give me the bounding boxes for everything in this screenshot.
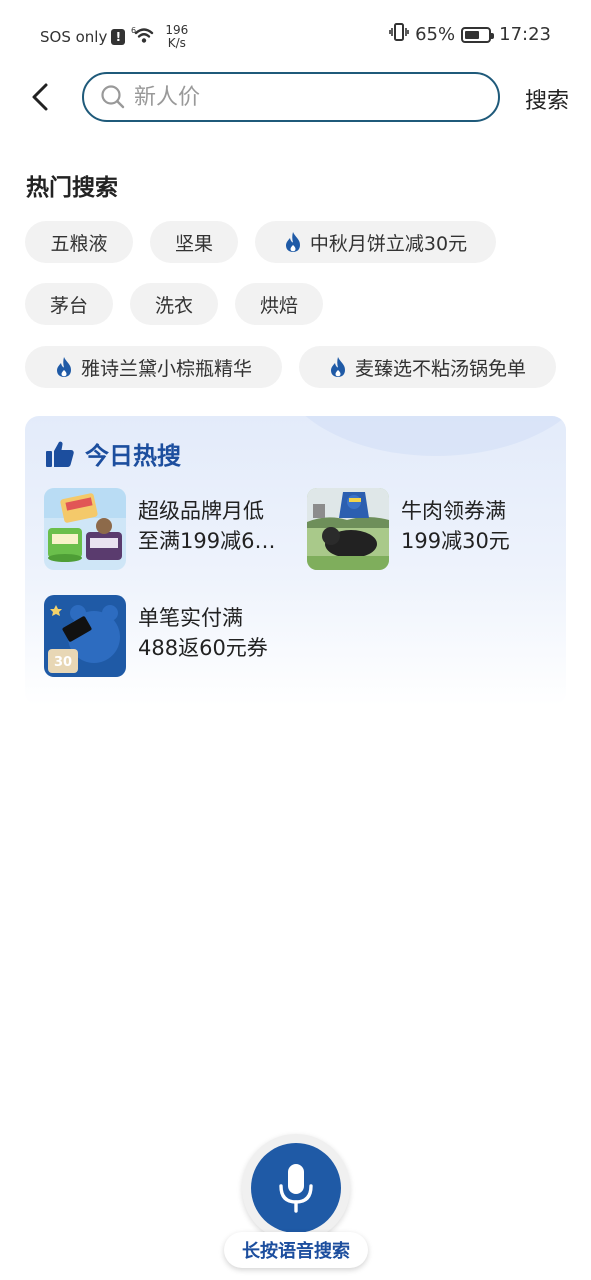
cashback-image: 30 [44, 595, 126, 677]
alert-icon: ! [111, 29, 126, 45]
net-speed: 196 K/s [165, 24, 188, 50]
search-input[interactable] [134, 84, 454, 110]
voice-search[interactable]: 长按语音搜索 [224, 1134, 368, 1274]
wifi-icon: 6 [131, 25, 157, 49]
promo-line1: 牛肉领券满 [401, 499, 506, 523]
search-icon [101, 85, 125, 109]
hot-chip[interactable]: 中秋月饼立减30元 [255, 221, 496, 263]
search-header: 搜索 [0, 72, 591, 122]
promo-text: 牛肉领券满 199减30元 [401, 488, 541, 556]
chip-label: 洗衣 [154, 294, 193, 317]
hot-chip[interactable]: 茅台 [25, 283, 113, 325]
chip-label: 雅诗兰黛小棕瓶精华 [80, 357, 252, 380]
hot-chip[interactable]: 洗衣 [130, 283, 218, 325]
promo-line1: 超级品牌月低 [138, 499, 264, 523]
promo-line2: 488返60元券 [138, 636, 268, 660]
chip-label: 坚果 [174, 232, 213, 255]
promo-text: 单笔实付满 488返60元券 [138, 595, 278, 663]
hot-chip[interactable]: 麦臻选不粘汤锅免单 [299, 346, 556, 388]
battery-fill [465, 30, 480, 39]
chip-label: 麦臻选不粘汤锅免单 [354, 357, 526, 380]
voice-search-label[interactable]: 长按语音搜索 [224, 1232, 368, 1268]
flame-icon [56, 357, 71, 377]
vibrate-icon [389, 22, 409, 47]
promo-line1: 单笔实付满 [138, 606, 243, 630]
status-bar: SOS only ! 6 196 K/s 65% 17:23 [0, 0, 591, 66]
today-hot-item[interactable]: 牛肉领券满 199减30元 [307, 488, 541, 570]
today-hot-item[interactable]: 30 单笔实付满 488返60元券 [44, 595, 278, 677]
today-hot-title: 今日热搜 [85, 442, 181, 470]
cashback-badge: 30 [54, 655, 72, 670]
voice-search-button[interactable] [251, 1143, 341, 1233]
flame-icon [330, 357, 345, 377]
hot-chip[interactable]: 雅诗兰黛小棕瓶精华 [25, 346, 282, 388]
chevron-left-icon [32, 83, 48, 111]
carrier-text: SOS only [40, 28, 108, 46]
chip-label: 烘焙 [259, 294, 298, 317]
today-hot-item[interactable]: 超级品牌月低 至满199减6… [44, 488, 278, 570]
today-hot-header: 今日热搜 [45, 436, 181, 471]
back-button[interactable] [24, 80, 56, 114]
hot-chip[interactable]: 坚果 [150, 221, 238, 263]
clock: 17:23 [499, 24, 551, 45]
speed-unit: K/s [167, 36, 186, 50]
brand-sale-image [44, 488, 126, 570]
search-box[interactable] [82, 72, 500, 122]
promo-text: 超级品牌月低 至满199减6… [138, 488, 278, 556]
microphone-icon [279, 1164, 313, 1213]
flame-icon [285, 232, 300, 252]
hot-chip[interactable]: 五粮液 [25, 221, 133, 263]
status-left: SOS only ! 6 196 K/s [40, 24, 188, 50]
promo-line2: 至满199减6… [138, 529, 276, 553]
battery-icon [461, 26, 495, 43]
status-right: 65% 17:23 [389, 22, 551, 47]
promo-line2: 199减30元 [401, 529, 510, 553]
chip-label: 茅台 [49, 294, 88, 317]
chip-label: 五粮液 [50, 232, 108, 255]
hot-chip[interactable]: 烘焙 [235, 283, 323, 325]
card-decoration [276, 416, 566, 456]
search-button[interactable]: 搜索 [525, 83, 569, 115]
chip-label: 中秋月饼立减30元 [309, 232, 468, 255]
hot-search-title: 热门搜索 [26, 175, 118, 201]
battery-percent: 65% [415, 24, 456, 45]
beef-promo-image [307, 488, 389, 570]
today-hot-card: 今日热搜 超级品牌月低 至满199减6… 牛肉领券满 199减30元 30 单笔… [25, 416, 566, 706]
thumbs-up-icon [46, 441, 74, 467]
